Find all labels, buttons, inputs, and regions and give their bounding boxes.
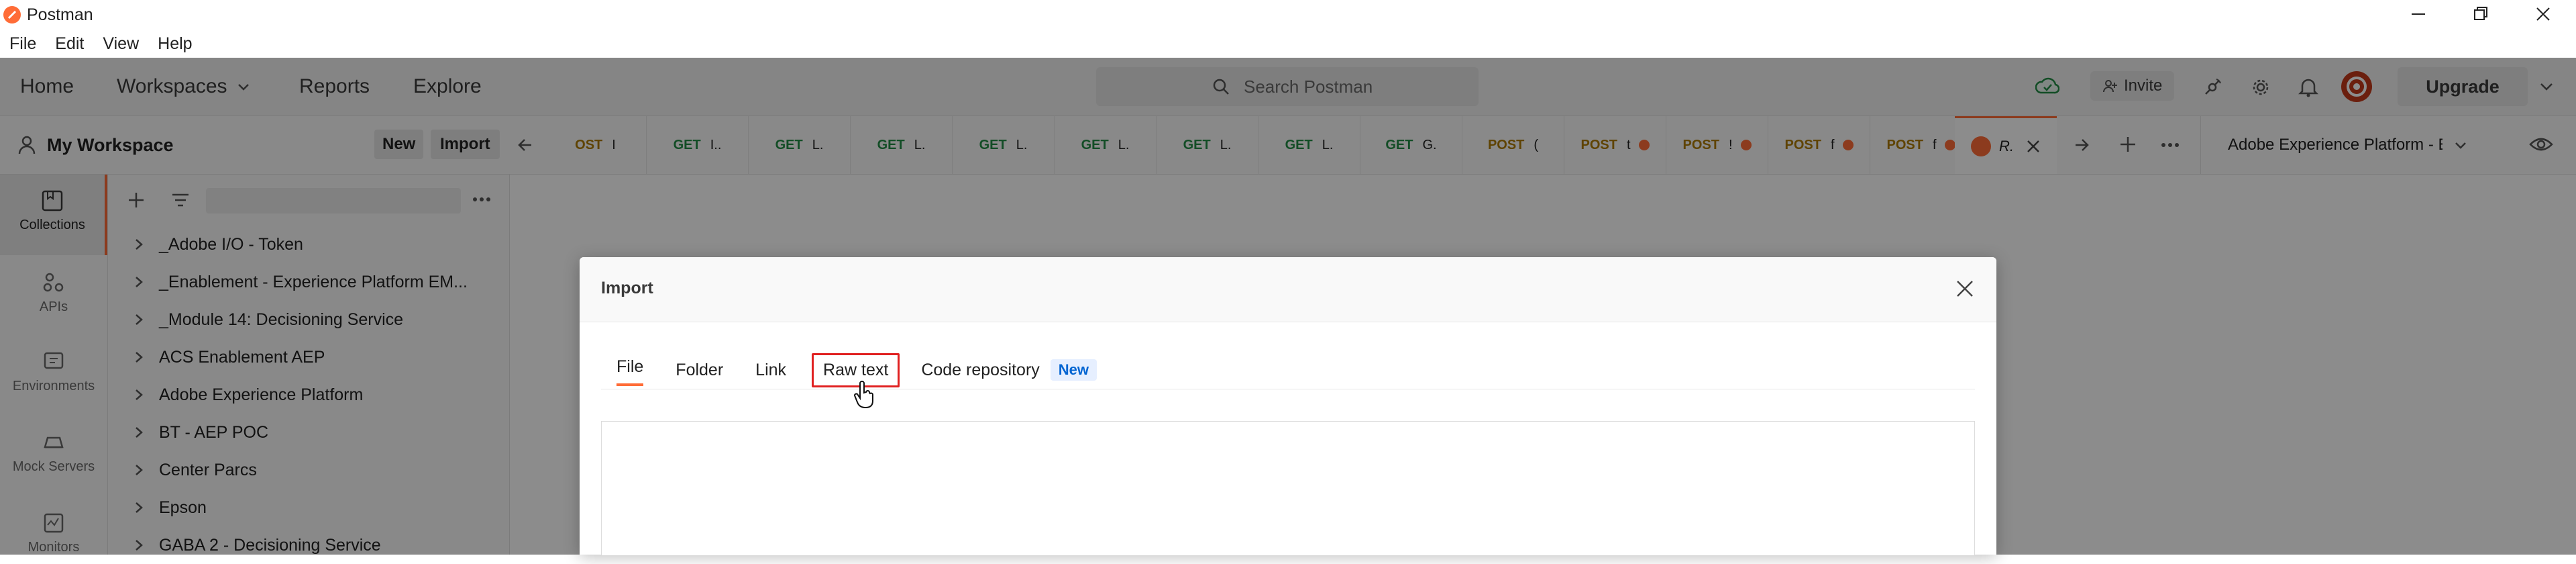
hand-cursor-icon bbox=[853, 381, 875, 409]
raw-text-drop-area[interactable] bbox=[601, 421, 1975, 555]
tab-code-repository[interactable]: Code repository bbox=[921, 361, 1039, 380]
title-bar: Postman bbox=[0, 0, 2576, 30]
tab-link[interactable]: Link bbox=[755, 361, 786, 380]
active-tab-indicator bbox=[616, 383, 643, 386]
tab-file[interactable]: File bbox=[616, 357, 643, 383]
tab-folder[interactable]: Folder bbox=[676, 361, 723, 380]
menu-edit[interactable]: Edit bbox=[55, 34, 84, 54]
modal-title: Import bbox=[601, 279, 653, 297]
close-icon[interactable] bbox=[1955, 279, 1975, 299]
menu-bar: File Edit View Help bbox=[0, 30, 2576, 58]
menu-file[interactable]: File bbox=[9, 34, 36, 54]
window-title: Postman bbox=[27, 5, 93, 24]
postman-logo-icon bbox=[3, 5, 21, 24]
menu-help[interactable]: Help bbox=[158, 34, 192, 54]
menu-view[interactable]: View bbox=[103, 34, 139, 54]
new-badge: New bbox=[1050, 359, 1097, 381]
modal-header: Import bbox=[580, 257, 1996, 322]
close-window-button[interactable] bbox=[2533, 4, 2553, 24]
import-modal: Import File Folder Link Raw text Code re… bbox=[580, 257, 1996, 555]
restore-button[interactable] bbox=[2471, 4, 2491, 24]
minimize-button[interactable] bbox=[2408, 4, 2428, 24]
